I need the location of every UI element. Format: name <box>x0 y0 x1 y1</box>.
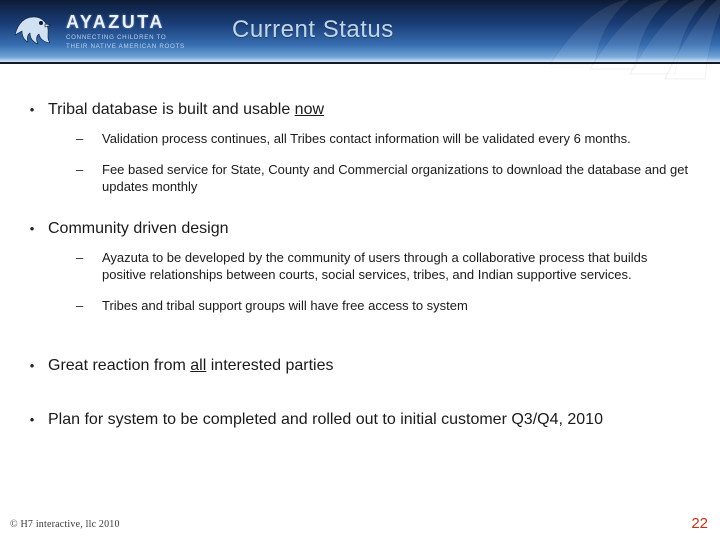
text-post: interested parties <box>206 357 333 374</box>
sub-bullet: – Ayazuta to be developed by the communi… <box>76 249 690 283</box>
brand-tagline-2: THEIR NATIVE AMERICAN ROOTS <box>66 44 185 51</box>
dash-marker: – <box>76 130 96 147</box>
slide-title: Current Status <box>232 16 394 44</box>
bullet-text: Plan for system to be completed and roll… <box>48 410 690 430</box>
page-number: 22 <box>691 515 708 532</box>
text-underline: all <box>190 357 206 374</box>
sub-bullet: – Fee based service for State, County an… <box>76 161 690 195</box>
brand-text: AYAZUTA CONNECTING CHILDREN TO THEIR NAT… <box>66 12 185 51</box>
bullet-3: • Great reaction from all interested par… <box>16 356 690 376</box>
bullet-text: Great reaction from all interested parti… <box>48 356 690 376</box>
text-pre: Community driven design <box>48 220 229 237</box>
sub-bullet: – Validation process continues, all Trib… <box>76 130 690 147</box>
bullet-text: Community driven design <box>48 219 690 239</box>
text-underline: now <box>295 101 324 118</box>
text-pre: Great reaction from <box>48 357 190 374</box>
eagle-icon <box>10 7 58 55</box>
headdress-icon <box>500 0 720 84</box>
sub-text: Ayazuta to be developed by the community… <box>102 249 690 283</box>
sub-bullet: – Tribes and tribal support groups will … <box>76 297 690 314</box>
slide-body: • Tribal database is built and usable no… <box>16 100 690 436</box>
bullet-4: • Plan for system to be completed and ro… <box>16 410 690 430</box>
bullet-marker: • <box>16 410 48 429</box>
brand-tagline-1: CONNECTING CHILDREN TO <box>66 35 185 42</box>
dash-marker: – <box>76 249 96 283</box>
bullet-1: • Tribal database is built and usable no… <box>16 100 690 120</box>
bullet-marker: • <box>16 219 48 238</box>
brand-logo: AYAZUTA CONNECTING CHILDREN TO THEIR NAT… <box>10 4 210 58</box>
sub-text: Fee based service for State, County and … <box>102 161 690 195</box>
slide: AYAZUTA CONNECTING CHILDREN TO THEIR NAT… <box>0 0 720 540</box>
dash-marker: – <box>76 161 96 195</box>
brand-name: AYAZUTA <box>66 12 185 33</box>
sub-text: Tribes and tribal support groups will ha… <box>102 297 690 314</box>
bullet-text: Tribal database is built and usable now <box>48 100 690 120</box>
bullet-marker: • <box>16 356 48 375</box>
bullet-2: • Community driven design <box>16 219 690 239</box>
copyright: © H7 interactive, llc 2010 <box>10 519 120 530</box>
text-pre: Plan for system to be completed and roll… <box>48 411 603 428</box>
sub-text: Validation process continues, all Tribes… <box>102 130 690 147</box>
dash-marker: – <box>76 297 96 314</box>
bullet-marker: • <box>16 100 48 119</box>
text-pre: Tribal database is built and usable <box>48 101 295 118</box>
header-bar: AYAZUTA CONNECTING CHILDREN TO THEIR NAT… <box>0 0 720 62</box>
